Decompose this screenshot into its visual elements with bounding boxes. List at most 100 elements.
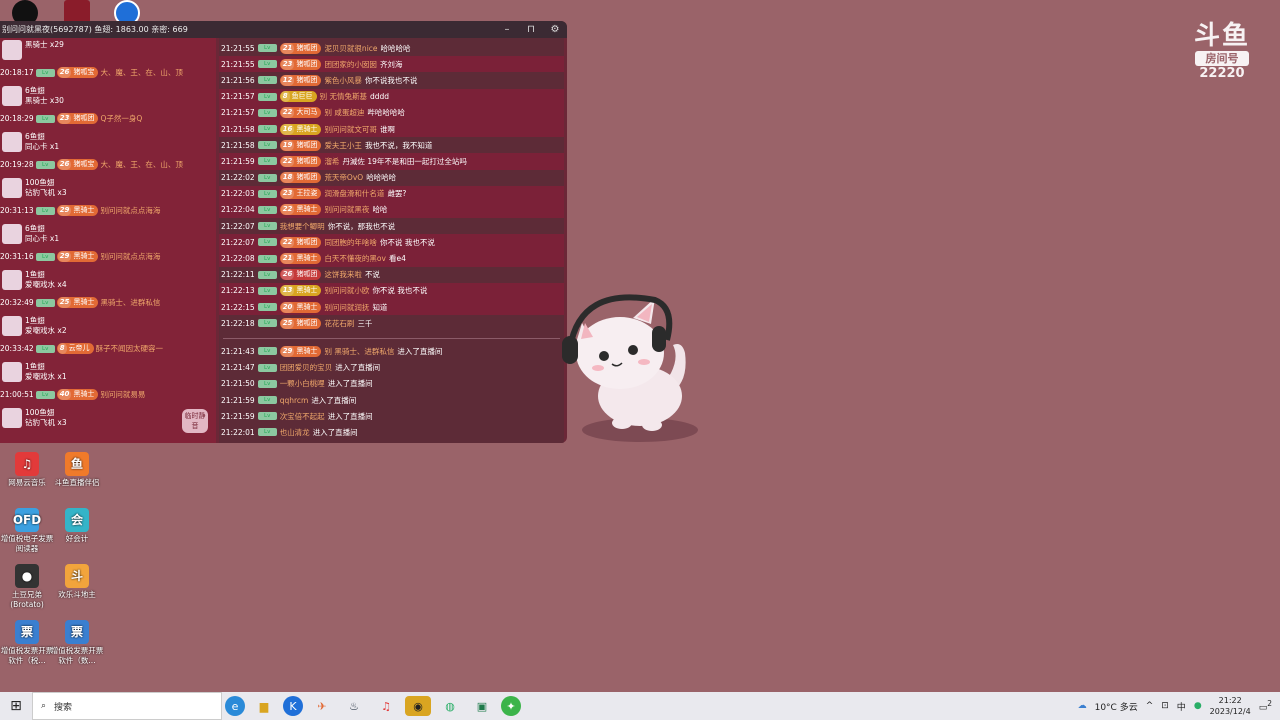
fan-level: 12 bbox=[280, 74, 295, 86]
temp-mute-button[interactable]: 临时静音 bbox=[182, 409, 208, 433]
k-app-icon[interactable]: K bbox=[283, 696, 303, 716]
fan-level: 29 bbox=[57, 205, 72, 216]
green-app-icon[interactable]: ✦ bbox=[501, 696, 521, 716]
user-name[interactable]: 别问问就易易 bbox=[100, 389, 145, 400]
wechat-icon[interactable]: ◍ bbox=[437, 696, 463, 716]
gift-icon bbox=[2, 224, 22, 244]
file-explorer-icon[interactable]: ▆ bbox=[251, 696, 277, 716]
netease-music-icon[interactable]: ♫ bbox=[373, 696, 399, 716]
chat-time: 21:21:58 bbox=[221, 124, 255, 134]
desktop-icon[interactable]: OFD 增值税电子发票阅读器 bbox=[0, 508, 54, 554]
user-name[interactable]: 次宝倍不起起 bbox=[280, 411, 325, 422]
desktop-icon[interactable]: 鱼斗鱼直播伴侣 bbox=[50, 452, 104, 488]
user-name[interactable]: 别问问就小欧 bbox=[324, 285, 369, 296]
user-level-badge: Lv bbox=[257, 108, 277, 117]
ime-indicator[interactable]: 中 bbox=[1177, 700, 1186, 713]
user-name[interactable]: 泥贝贝就很nice bbox=[324, 43, 377, 54]
user-name[interactable]: 溜希 bbox=[324, 156, 339, 167]
volume-icon[interactable]: ● bbox=[1194, 701, 1202, 711]
chat-row: 21:22:11 Lv 26 猪呱团 这饼我来啦 不说 bbox=[219, 267, 564, 283]
user-name[interactable]: 别问问就文可哥 bbox=[324, 124, 377, 135]
gift-panel: 黑骑士 x29 20:18:17 Lv 26 猪呱宝 大、魔、王、在、山、顶 6鱼翅 黑骑士 … bbox=[0, 38, 216, 443]
user-name[interactable]: 白天不懂夜的黑ov bbox=[324, 253, 386, 264]
user-name[interactable]: 大、魔、王、在、山、顶 bbox=[100, 67, 183, 78]
user-level-badge: Lv bbox=[35, 160, 55, 169]
user-name[interactable]: 团团家的小囡囡 bbox=[324, 59, 377, 70]
user-name[interactable]: 别 咸蛋超迪 bbox=[324, 107, 364, 118]
network-icon[interactable]: ⊡ bbox=[1161, 701, 1169, 711]
fan-badge: 23 王拉姿 bbox=[279, 188, 322, 200]
user-name[interactable]: 紫色小风暴 bbox=[324, 75, 362, 86]
desktop-icon[interactable]: 票增值税发票开票软件（数... bbox=[50, 620, 104, 666]
notification-icon[interactable]: ▭2 bbox=[1259, 699, 1272, 713]
chat-message: 你不说，那我也不说 bbox=[327, 221, 396, 231]
user-name[interactable]: 团团爱贝的宝贝 bbox=[280, 362, 333, 373]
douyu-partner-icon[interactable]: ✈ bbox=[309, 696, 335, 716]
fan-level: 8 bbox=[280, 91, 290, 103]
user-name[interactable]: 别 黑骑士、进群私信 bbox=[324, 346, 394, 357]
user-name[interactable]: 别问问就点点海海 bbox=[100, 251, 160, 262]
user-name[interactable]: 荒天帝OvO bbox=[324, 172, 363, 183]
steam-icon[interactable]: ♨ bbox=[341, 696, 367, 716]
user-name[interactable]: 别问问就点点海海 bbox=[100, 205, 160, 216]
weather-text[interactable]: 10°C 多云 bbox=[1095, 700, 1138, 713]
gift-name: 爱嘲戏水 x2 bbox=[25, 326, 67, 335]
settings-gear-icon[interactable]: ⚙ bbox=[543, 24, 567, 35]
owl-app-icon[interactable]: ◉ bbox=[405, 696, 431, 716]
fan-name: 大司马 bbox=[296, 108, 318, 117]
clock[interactable]: 21:22 2023/12/4 bbox=[1210, 695, 1251, 717]
window-titlebar: 别问问就黑夜(5692787) 鱼翅: 1863.00 亲密: 669 – ⊓ … bbox=[0, 21, 567, 38]
user-name[interactable]: qqhrcm bbox=[280, 396, 309, 405]
user-name[interactable]: 别问问就润抚 bbox=[324, 302, 369, 313]
user-name[interactable]: 爱夫王小王 bbox=[324, 140, 362, 151]
chat-time: 21:21:57 bbox=[221, 92, 255, 102]
desktop-icon[interactable]: ♫ 网易云音乐 bbox=[0, 452, 54, 488]
fan-badge: 8 云帝儿 bbox=[56, 343, 94, 354]
fan-level: 19 bbox=[280, 139, 295, 151]
minimize-icon[interactable]: – bbox=[495, 24, 519, 35]
app-icon: OFD bbox=[13, 508, 41, 532]
chevron-up-icon[interactable]: ^ bbox=[1146, 701, 1154, 711]
fan-badge: 22 猪呱团 bbox=[279, 155, 322, 167]
user-level-badge: Lv bbox=[257, 319, 277, 328]
user-name[interactable]: Q子然一身Q bbox=[100, 113, 142, 124]
user-name[interactable]: 这饼我来啦 bbox=[324, 269, 362, 280]
cat-headphones-mascot bbox=[562, 294, 698, 442]
user-name[interactable]: 一颗小白桃哩 bbox=[280, 378, 325, 389]
desktop-icon[interactable]: 票增值税发票开票软件（税... bbox=[0, 620, 54, 666]
enter-time: 20:33:42 bbox=[0, 344, 34, 353]
user-name[interactable]: 大、魔、王、在、山、顶 bbox=[100, 159, 183, 170]
desktop-icon[interactable]: 斗欢乐斗地主 bbox=[50, 564, 104, 600]
entry-list: 21:21:43 Lv 29 黑骑士别 黑骑士、进群私信 进入了直播间 21:21:47 L… bbox=[219, 343, 564, 440]
user-name[interactable]: 润滑盘滑和什名道 bbox=[324, 188, 384, 199]
fan-name: 黑骑士 bbox=[296, 124, 318, 133]
gift-name: 同心卡 x1 bbox=[25, 234, 60, 243]
desktop-icon[interactable]: ● 土豆兄弟(Brotato) bbox=[0, 564, 54, 610]
fan-badge: 22 黑骑士 bbox=[279, 204, 322, 216]
entry-row: 21:21:43 Lv 29 黑骑士别 黑骑士、进群私信 进入了直播间 bbox=[219, 343, 564, 359]
user-name[interactable]: 酥子不闻因太硬容一 bbox=[96, 343, 164, 354]
gift-item: 6鱼翅 同心卡 x1 bbox=[0, 130, 216, 153]
fan-level: 29 bbox=[57, 251, 72, 262]
user-name[interactable]: 花花石刷 bbox=[324, 318, 354, 329]
user-name[interactable]: 黑骑士、进群私信 bbox=[100, 297, 160, 308]
fan-name: 猪呱宝 bbox=[73, 68, 95, 76]
edge-browser-icon[interactable]: e bbox=[225, 696, 245, 716]
chat-message: 知道 bbox=[372, 302, 388, 312]
desktop-icon[interactable]: 会好会计 bbox=[50, 508, 104, 544]
windows-start-icon[interactable]: ⊞ bbox=[0, 698, 32, 714]
screen-capture-icon[interactable]: ▣ bbox=[469, 696, 495, 716]
user-name[interactable]: 也山清龙 bbox=[280, 427, 310, 438]
user-name[interactable]: 别 无情兔斯基 bbox=[320, 91, 367, 102]
user-name[interactable]: 我想要个鲫明 bbox=[280, 221, 325, 232]
taskbar-search-box[interactable]: ⌕ 搜索 bbox=[32, 692, 222, 720]
user-name[interactable]: 同团胞的年啥啥 bbox=[324, 237, 377, 248]
chat-time: 21:22:08 bbox=[221, 254, 255, 264]
enter-item: 21:00:51 Lv 40 黑骑士 别问问就易易 bbox=[0, 383, 216, 406]
entry-row: 21:21:50 Lv 一颗小白桃哩 进入了直播间 bbox=[219, 376, 564, 392]
user-name[interactable]: 别问问就黑夜 bbox=[324, 204, 369, 215]
fan-level: 23 bbox=[280, 58, 295, 70]
fan-level: 26 bbox=[57, 159, 72, 170]
app-icon: 会 bbox=[65, 508, 89, 532]
lock-icon[interactable]: ⊓ bbox=[519, 24, 543, 35]
